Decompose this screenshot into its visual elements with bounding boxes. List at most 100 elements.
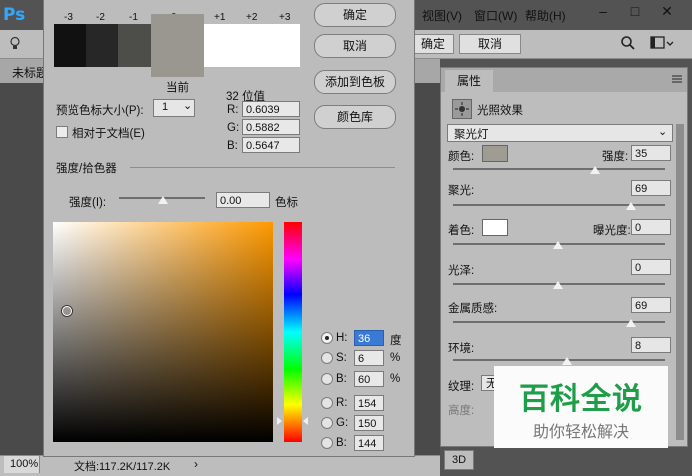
color-field-picker[interactable] [62, 306, 72, 316]
brightness-label: B: [336, 373, 347, 385]
color-label: 颜色: [448, 151, 475, 163]
s-input[interactable]: 6 [354, 350, 384, 366]
current-color-swatch[interactable] [151, 14, 204, 77]
intensity-input[interactable]: 0.00 [216, 192, 270, 208]
exposure-input[interactable]: 0 [631, 219, 671, 235]
preview-size-select[interactable]: 1 ⌄ [153, 99, 195, 117]
r-radio[interactable] [321, 397, 333, 409]
status-expand-icon[interactable]: › [194, 457, 198, 471]
tab-properties[interactable]: 属性 [445, 70, 493, 92]
section-divider [130, 167, 395, 168]
3d-panel-tab[interactable]: 3D [444, 450, 474, 470]
file-info: 文档:117.2K/117.2K [74, 461, 171, 473]
colorize-swatch[interactable] [482, 219, 508, 236]
window-controls: – □ ✕ [592, 2, 692, 22]
hotspot-input[interactable]: 69 [631, 180, 671, 196]
r-label: R: [336, 397, 348, 409]
texture-label: 纹理: [448, 381, 475, 393]
panel-menu-icon[interactable] [671, 73, 683, 85]
hue-slider[interactable] [284, 222, 302, 442]
maximize-icon[interactable]: □ [626, 2, 644, 20]
swatch-label-minus3: -3 [64, 12, 73, 23]
swatch-minus2[interactable] [86, 24, 118, 67]
hue-slider-left-thumb[interactable] [277, 417, 282, 425]
lighting-effects-icon [452, 99, 472, 119]
hotspot-label: 聚光: [448, 185, 475, 197]
gloss-input[interactable]: 0 [631, 259, 671, 275]
ambience-slider-track[interactable] [453, 359, 665, 361]
swatch-plus[interactable] [204, 24, 300, 67]
properties-scrollbar[interactable] [675, 94, 685, 442]
b32-label: B: [227, 140, 238, 152]
hotspot-slider-thumb[interactable] [626, 202, 636, 210]
chevron-down-icon: ⌄ [658, 126, 668, 138]
ambience-input[interactable]: 8 [631, 337, 671, 353]
relative-to-document-checkbox[interactable] [56, 126, 68, 138]
watermark-subtitle: 助你轻松解决 [532, 424, 629, 441]
swatch-minus3[interactable] [54, 24, 86, 67]
intensity-input[interactable]: 35 [631, 145, 671, 161]
r32-input[interactable]: 0.6039 [242, 101, 300, 117]
gloss-label: 光泽: [448, 265, 475, 277]
close-icon[interactable]: ✕ [658, 2, 676, 20]
ambience-slider-thumb[interactable] [562, 357, 572, 365]
g-radio[interactable] [321, 417, 333, 429]
light-color-swatch[interactable] [482, 145, 508, 162]
gloss-slider-thumb[interactable] [553, 281, 563, 289]
b-radio[interactable] [321, 437, 333, 449]
menu-view[interactable]: 视图(V) [422, 7, 462, 24]
zoom-level[interactable]: 100% [4, 456, 40, 473]
r-input[interactable]: 154 [354, 395, 384, 411]
color-field[interactable] [53, 222, 273, 442]
intensity-slider-thumb[interactable] [590, 166, 600, 174]
swatch-label-minus1: -1 [129, 12, 138, 23]
swatch-minus1[interactable] [118, 24, 151, 67]
properties-scrollbar-thumb[interactable] [676, 124, 684, 440]
swatch-label-minus2: -2 [96, 12, 105, 23]
color-library-button[interactable]: 颜色库 [314, 105, 396, 129]
g-label: G: [336, 417, 349, 429]
colorize-label: 着色: [448, 225, 475, 237]
minimize-icon[interactable]: – [594, 2, 612, 20]
h-radio[interactable] [321, 332, 333, 344]
preview-size-value: 1 [162, 101, 169, 113]
add-to-swatches-button[interactable]: 添加到色板 [314, 70, 396, 94]
h-unit: 度 [390, 335, 402, 347]
s-label: S: [336, 352, 347, 364]
cancel-button[interactable]: 取消 [314, 34, 396, 58]
light-type-select[interactable]: 聚光灯 ⌄ [447, 124, 673, 142]
brightness-unit: % [390, 373, 401, 385]
b-input[interactable]: 144 [354, 435, 384, 451]
relative-to-document-label: 相对于文档(E) [72, 128, 145, 140]
b32-input[interactable]: 0.5647 [242, 137, 300, 153]
s-radio[interactable] [321, 352, 333, 364]
intensity-slider-thumb[interactable] [158, 196, 168, 204]
workspace-icon[interactable] [650, 35, 674, 51]
metallic-input[interactable]: 69 [631, 297, 671, 313]
menu-window[interactable]: 窗口(W) [474, 7, 517, 24]
options-confirm-button[interactable]: 确定 [412, 34, 454, 54]
g32-input[interactable]: 0.5882 [242, 119, 300, 135]
h-input[interactable]: 36 [354, 330, 384, 346]
hue-slider-right-thumb[interactable] [303, 417, 308, 425]
brightness-input[interactable]: 60 [354, 371, 384, 387]
exposure-slider-thumb[interactable] [553, 241, 563, 249]
metallic-slider-thumb[interactable] [626, 319, 636, 327]
menu-help[interactable]: 帮助(H) [525, 7, 566, 24]
exposure-label: 曝光度: [593, 225, 631, 237]
b-label: B: [336, 437, 347, 449]
brightness-radio[interactable] [321, 373, 333, 385]
intensity-unit: 色标 [275, 197, 298, 209]
search-icon[interactable] [620, 35, 636, 51]
intensity-slider-track[interactable] [453, 168, 665, 170]
intensity-label: 强度(I): [69, 197, 107, 209]
panel-dock-bottom: 3D [440, 445, 692, 475]
options-cancel-button[interactable]: 取消 [459, 34, 521, 54]
metallic-label: 金属质感: [448, 303, 498, 315]
watermark: 百科全说 助你轻松解决 [494, 366, 668, 448]
lightbulb-icon [8, 36, 22, 50]
chevron-down-icon: ⌄ [183, 100, 193, 112]
s-unit: % [390, 352, 401, 364]
ok-button[interactable]: 确定 [314, 3, 396, 27]
g-input[interactable]: 150 [354, 415, 384, 431]
